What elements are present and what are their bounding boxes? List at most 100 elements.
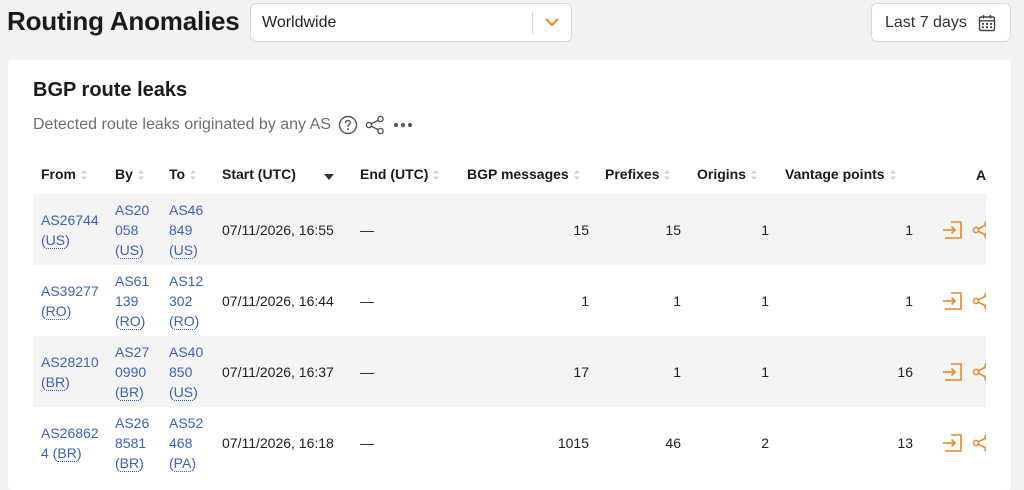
- by-cell: AS20058 (US): [107, 194, 161, 265]
- by-country-code[interactable]: US: [119, 241, 140, 259]
- to-country-code[interactable]: PA: [173, 454, 192, 472]
- by-as-link[interactable]: AS268581 (BR): [115, 415, 149, 472]
- prefixes-cell: 15: [665, 221, 681, 238]
- prefixes-cell: 1: [673, 363, 681, 380]
- origins-cell: 1: [761, 221, 769, 238]
- by-country-code[interactable]: BR: [119, 383, 140, 401]
- vantage-points-cell: 1: [905, 292, 913, 309]
- sort-icon: [889, 168, 897, 184]
- start-cell: 07/11/2026, 16:18: [222, 434, 334, 451]
- by-country-code[interactable]: RO: [119, 312, 141, 330]
- to-country-code[interactable]: RO: [173, 312, 195, 330]
- from-as-link[interactable]: AS39277 (RO): [41, 283, 99, 320]
- vantage-points-cell: 13: [897, 434, 913, 451]
- to-as-link[interactable]: AS12302 (RO): [169, 273, 203, 330]
- to-cell: AS40850 (US): [161, 336, 214, 407]
- actions-cell: [921, 194, 986, 265]
- to-country-code[interactable]: US: [173, 383, 194, 401]
- column-header-vantage-points[interactable]: Vantage points: [777, 156, 921, 194]
- route-leaks-table: From By To Start (UTC) End (UTC) BGP mes…: [33, 156, 986, 478]
- prefixes-cell: 1: [673, 292, 681, 309]
- start-cell: 07/11/2026, 16:37: [222, 363, 334, 380]
- route-leaks-card: BGP route leaks Detected route leaks ori…: [8, 60, 1011, 490]
- share-icon[interactable]: [972, 220, 986, 240]
- column-header-to[interactable]: To: [161, 156, 214, 194]
- by-cell: AS270990 (BR): [107, 336, 161, 407]
- prefixes-cell: 46: [665, 434, 681, 451]
- chevron-down-icon[interactable]: [533, 18, 571, 27]
- end-cell: —: [360, 292, 374, 309]
- route-leaks-table-wrapper[interactable]: From By To Start (UTC) End (UTC) BGP mes…: [33, 156, 986, 490]
- sort-icon: [663, 168, 671, 184]
- origins-cell: 1: [761, 363, 769, 380]
- from-cell: AS39277 (RO): [33, 265, 107, 336]
- from-as-link[interactable]: AS28210 (BR): [41, 354, 99, 391]
- help-circle-icon[interactable]: [338, 115, 358, 135]
- end-cell: —: [360, 434, 374, 451]
- column-header-actions: A: [976, 167, 986, 183]
- open-in-icon[interactable]: [942, 291, 964, 311]
- sort-icon: [750, 168, 758, 184]
- to-as-link[interactable]: AS40850 (US): [169, 344, 203, 401]
- share-icon[interactable]: [972, 362, 986, 382]
- card-description: Detected route leaks originated by any A…: [33, 116, 331, 133]
- origins-cell: 2: [761, 434, 769, 451]
- from-country-code[interactable]: RO: [45, 302, 67, 320]
- column-header-bgp-messages[interactable]: BGP messages: [459, 156, 597, 194]
- to-as-link[interactable]: AS52468 (PA): [169, 415, 203, 472]
- table-header-row: From By To Start (UTC) End (UTC) BGP mes…: [33, 156, 986, 194]
- card-description-row: Detected route leaks originated by any A…: [33, 114, 414, 136]
- region-select[interactable]: Worldwide: [250, 3, 572, 42]
- share-icon[interactable]: [365, 115, 385, 135]
- by-as-link[interactable]: AS270990 (BR): [115, 344, 149, 401]
- by-as-link[interactable]: AS20058 (US): [115, 202, 149, 259]
- to-country-code[interactable]: US: [173, 241, 194, 259]
- actions-cell: [921, 265, 986, 336]
- from-as-link[interactable]: AS26744 (US): [41, 212, 99, 249]
- more-horizontal-icon[interactable]: [392, 115, 414, 135]
- bgp-messages-cell: 1015: [557, 434, 589, 451]
- by-cell: AS61139 (RO): [107, 265, 161, 336]
- open-in-icon[interactable]: [942, 362, 964, 382]
- from-country-code[interactable]: BR: [57, 444, 77, 462]
- table-row: AS268624 (BR) AS268581 (BR) AS52468 (PA) 07…: [33, 407, 986, 478]
- open-in-icon[interactable]: [942, 433, 964, 453]
- column-header-by[interactable]: By: [107, 156, 161, 194]
- to-cell: AS46849 (US): [161, 194, 214, 265]
- actions-cell: [921, 407, 986, 478]
- from-cell: AS268624 (BR): [33, 407, 107, 478]
- sort-icon: [432, 168, 440, 184]
- open-in-icon[interactable]: [942, 220, 964, 240]
- card-title: BGP route leaks: [33, 79, 188, 101]
- date-range-button[interactable]: Last 7 days: [871, 3, 1011, 42]
- from-as-link[interactable]: AS268624 (BR): [41, 425, 99, 462]
- share-icon[interactable]: [972, 433, 986, 453]
- bgp-messages-cell: 1: [581, 292, 589, 309]
- sort-icon: [80, 168, 88, 184]
- to-cell: AS52468 (PA): [161, 407, 214, 478]
- by-country-code[interactable]: BR: [119, 454, 140, 472]
- column-header-start[interactable]: Start (UTC): [214, 156, 352, 194]
- date-range-label: Last 7 days: [885, 13, 967, 31]
- by-cell: AS268581 (BR): [107, 407, 161, 478]
- by-as-link[interactable]: AS61139 (RO): [115, 273, 149, 330]
- sort-icon: [189, 168, 197, 184]
- table-row: AS28210 (BR) AS270990 (BR) AS40850 (US) 07/…: [33, 336, 986, 407]
- from-country-code[interactable]: US: [45, 231, 66, 249]
- from-country-code[interactable]: BR: [45, 373, 66, 391]
- from-cell: AS26744 (US): [33, 194, 107, 265]
- share-icon[interactable]: [972, 291, 986, 311]
- bgp-messages-cell: 17: [573, 363, 589, 380]
- table-row: AS39277 (RO) AS61139 (RO) AS12302 (RO) 07/1…: [33, 265, 986, 336]
- column-header-end[interactable]: End (UTC): [352, 156, 459, 194]
- start-cell: 07/11/2026, 16:44: [222, 292, 334, 309]
- bgp-messages-cell: 15: [573, 221, 589, 238]
- column-header-from[interactable]: From: [33, 156, 107, 194]
- column-header-origins[interactable]: Origins: [689, 156, 777, 194]
- calendar-icon: [978, 14, 996, 32]
- sort-icon: [137, 168, 145, 184]
- region-select-value: Worldwide: [262, 13, 337, 31]
- column-header-prefixes[interactable]: Prefixes: [597, 156, 689, 194]
- start-cell: 07/11/2026, 16:55: [222, 221, 334, 238]
- to-as-link[interactable]: AS46849 (US): [169, 202, 203, 259]
